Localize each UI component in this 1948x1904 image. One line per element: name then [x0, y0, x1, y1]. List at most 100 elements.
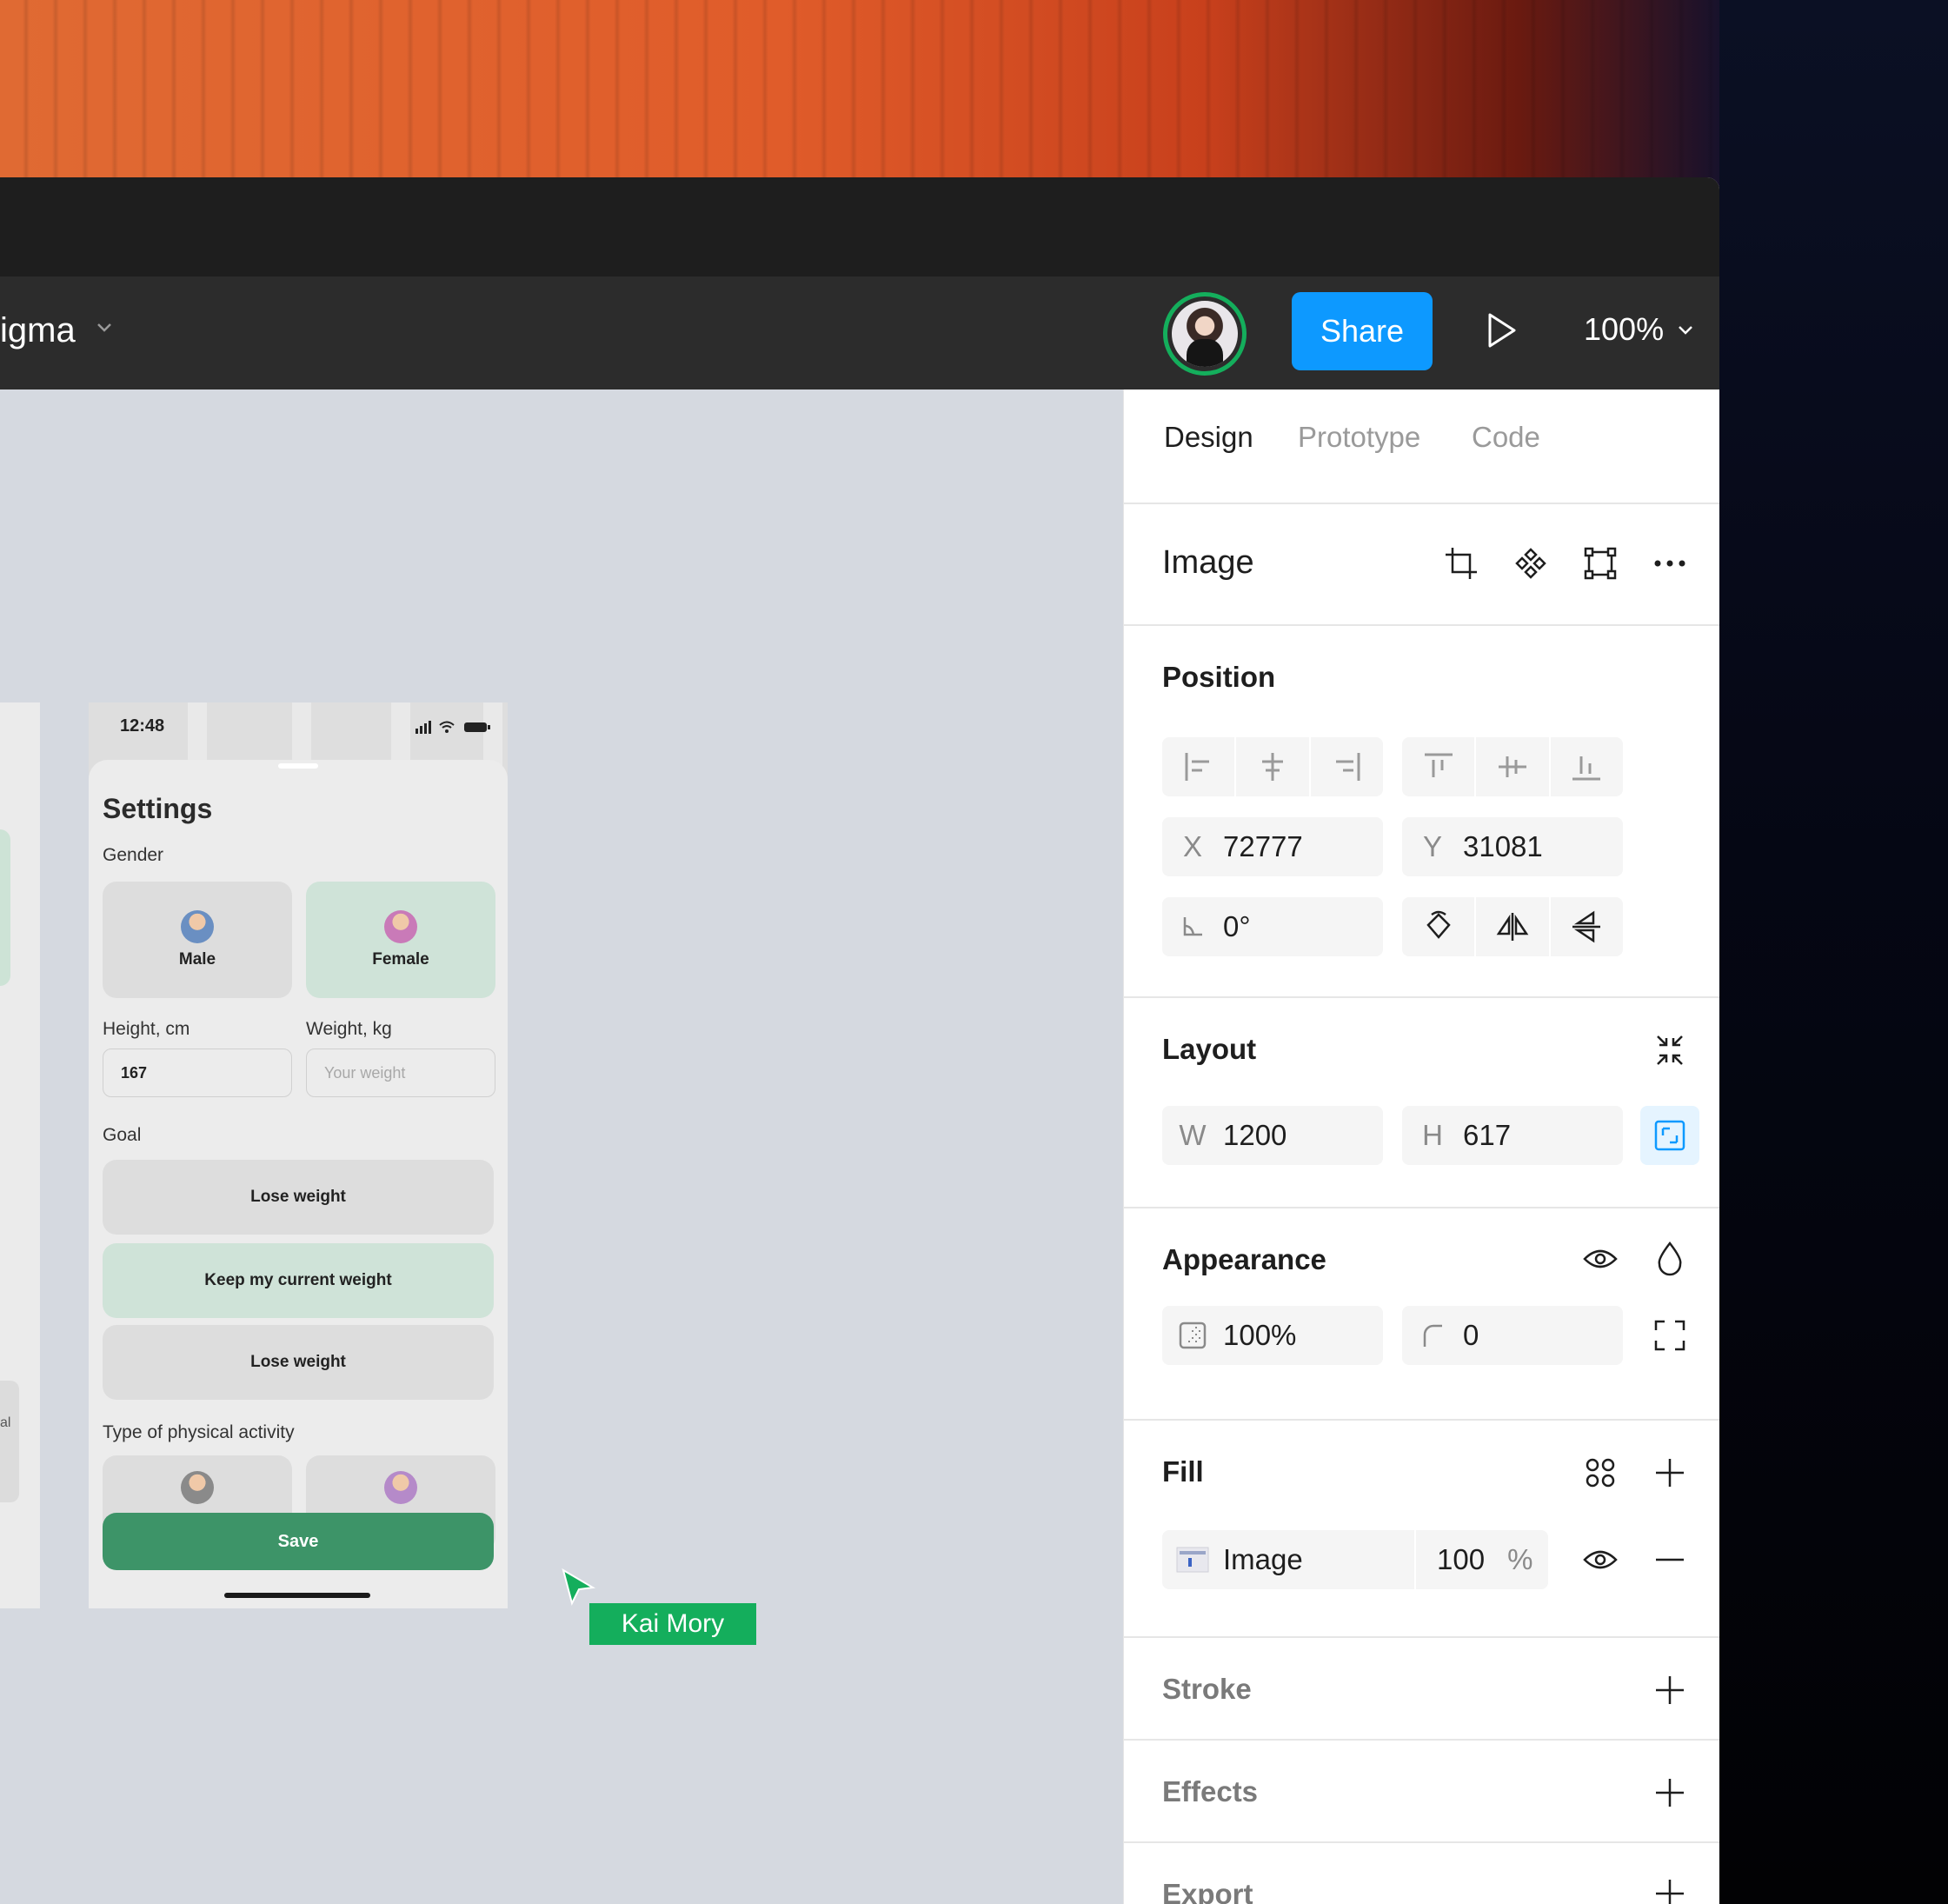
rotation-field[interactable]: 0°	[1162, 897, 1383, 956]
w-label: W	[1179, 1119, 1207, 1151]
appearance-title: Appearance	[1162, 1243, 1326, 1275]
panel-tabs: Design Prototype Code	[1124, 389, 1719, 504]
add-stroke-icon[interactable]	[1651, 1671, 1689, 1709]
constrain-proportions-button[interactable]	[1640, 1106, 1699, 1165]
status-icons	[416, 721, 490, 734]
opacity-field[interactable]: 100%	[1162, 1306, 1383, 1365]
file-name[interactable]: igma	[0, 311, 76, 350]
effects-title: Effects	[1162, 1775, 1259, 1807]
align-bottom-button[interactable]	[1551, 737, 1623, 796]
goal-option[interactable]: Lose weight	[103, 1160, 494, 1235]
height-input[interactable]: 167	[103, 1049, 292, 1097]
layout-section: Layout W 1200 H 617	[1124, 998, 1719, 1208]
sheet-handle	[278, 763, 318, 769]
position-section: Position X 72777 Y 31081 0°	[1124, 626, 1719, 998]
yoga-emoji-icon	[384, 1471, 417, 1504]
height-label: Height, cm	[103, 1019, 190, 1039]
corner-radius-icon	[1402, 1318, 1463, 1353]
collapse-icon[interactable]	[1651, 1031, 1689, 1069]
wallpaper-dark-area	[1719, 0, 1948, 1904]
align-middle-button[interactable]	[1476, 737, 1551, 796]
man-emoji-icon	[181, 910, 214, 943]
avatar-photo	[1172, 301, 1238, 367]
avatar[interactable]	[1163, 292, 1247, 376]
flip-vertical-icon	[1572, 910, 1601, 943]
opacity-icon	[1162, 1318, 1223, 1353]
settings-frame[interactable]: 12:48 Settings Gender Male Female Height…	[89, 702, 508, 1608]
width-field[interactable]: W 1200	[1162, 1106, 1383, 1165]
properties-panel: Design Prototype Code Image Position X 7…	[1123, 389, 1719, 1904]
zoom-level[interactable]: 100%	[1584, 311, 1664, 348]
top-toolbar: igma Share 100%	[0, 276, 1719, 389]
align-right-icon	[1336, 753, 1360, 781]
align-top-icon	[1424, 753, 1453, 777]
title-bar	[0, 177, 1719, 276]
effects-section: Effects	[1124, 1741, 1719, 1843]
height-field[interactable]: H 617	[1402, 1106, 1623, 1165]
align-center-h-button[interactable]	[1236, 737, 1311, 796]
image-section: Image	[1124, 504, 1719, 626]
add-effect-icon[interactable]	[1651, 1774, 1689, 1812]
align-center-vertical-icon	[1498, 756, 1526, 777]
male-option[interactable]: Male	[103, 882, 292, 998]
partial-frame[interactable]: al	[0, 702, 40, 1608]
weight-input[interactable]: Your weight	[306, 1049, 495, 1097]
align-top-button[interactable]	[1402, 737, 1477, 796]
page-title: Settings	[103, 793, 213, 824]
corner-radius-field[interactable]: 0	[1402, 1306, 1623, 1365]
x-field[interactable]: X 72777	[1162, 817, 1383, 876]
goal-option[interactable]: Keep my current weight	[103, 1243, 494, 1318]
crop-icon[interactable]	[1442, 544, 1480, 583]
rotate-button[interactable]	[1402, 897, 1477, 956]
fill-percent-label: %	[1507, 1543, 1533, 1575]
canvas[interactable]: al 12:48 Settings Gender Male Female Hei…	[0, 389, 1123, 1904]
save-button[interactable]: Save	[103, 1513, 494, 1570]
woman-emoji-icon	[384, 910, 417, 943]
stroke-section: Stroke	[1124, 1638, 1719, 1741]
y-field[interactable]: Y 31081	[1402, 817, 1623, 876]
horizontal-align-group	[1162, 737, 1383, 796]
chevron-down-icon[interactable]	[94, 316, 115, 337]
fill-type-label: Image	[1223, 1543, 1303, 1575]
resize-icon	[1654, 1120, 1685, 1151]
tab-prototype[interactable]: Prototype	[1298, 421, 1420, 454]
image-fill-icon	[1162, 1542, 1223, 1577]
female-label: Female	[372, 950, 429, 969]
add-export-icon[interactable]	[1651, 1874, 1689, 1904]
styles-icon[interactable]	[1581, 1454, 1619, 1492]
frame-card	[0, 1381, 19, 1502]
collaborator-name-tag: Kai Mory	[589, 1603, 756, 1645]
flip-vertical-button[interactable]	[1551, 897, 1623, 956]
stroke-title: Stroke	[1162, 1673, 1252, 1705]
tab-code[interactable]: Code	[1472, 421, 1540, 454]
status-time: 12:48	[120, 716, 165, 736]
corner-radius-value: 0	[1463, 1319, 1479, 1351]
flip-horizontal-icon	[1496, 913, 1529, 941]
chevron-down-icon[interactable]	[1676, 320, 1695, 339]
independent-corners-icon[interactable]	[1651, 1316, 1689, 1355]
component-icon[interactable]	[1512, 544, 1550, 583]
drop-icon[interactable]	[1651, 1240, 1689, 1278]
flip-horizontal-button[interactable]	[1476, 897, 1551, 956]
layout-title: Layout	[1162, 1033, 1257, 1065]
align-left-button[interactable]	[1162, 737, 1237, 796]
share-button[interactable]: Share	[1292, 292, 1433, 370]
rotation-value: 0°	[1223, 910, 1251, 942]
align-bottom-icon	[1572, 756, 1601, 781]
align-right-button[interactable]	[1311, 737, 1383, 796]
frame-card	[0, 829, 10, 986]
female-option[interactable]: Female	[306, 882, 495, 998]
tab-design[interactable]: Design	[1164, 421, 1253, 454]
play-icon[interactable]	[1478, 308, 1523, 353]
vector-edit-icon[interactable]	[1581, 544, 1619, 583]
more-icon[interactable]	[1651, 544, 1689, 583]
add-fill-icon[interactable]	[1651, 1454, 1689, 1492]
w-value: 1200	[1223, 1119, 1287, 1151]
home-indicator	[224, 1593, 370, 1598]
eye-icon[interactable]	[1581, 1240, 1619, 1278]
figma-window: igma Share 100% al 12:48 Settings Gender…	[0, 177, 1719, 1904]
goal-option[interactable]: Lose weight	[103, 1325, 494, 1400]
remove-fill-icon[interactable]	[1651, 1541, 1689, 1579]
eye-icon[interactable]	[1581, 1541, 1619, 1579]
fill-item[interactable]: Image 100 %	[1162, 1530, 1548, 1589]
